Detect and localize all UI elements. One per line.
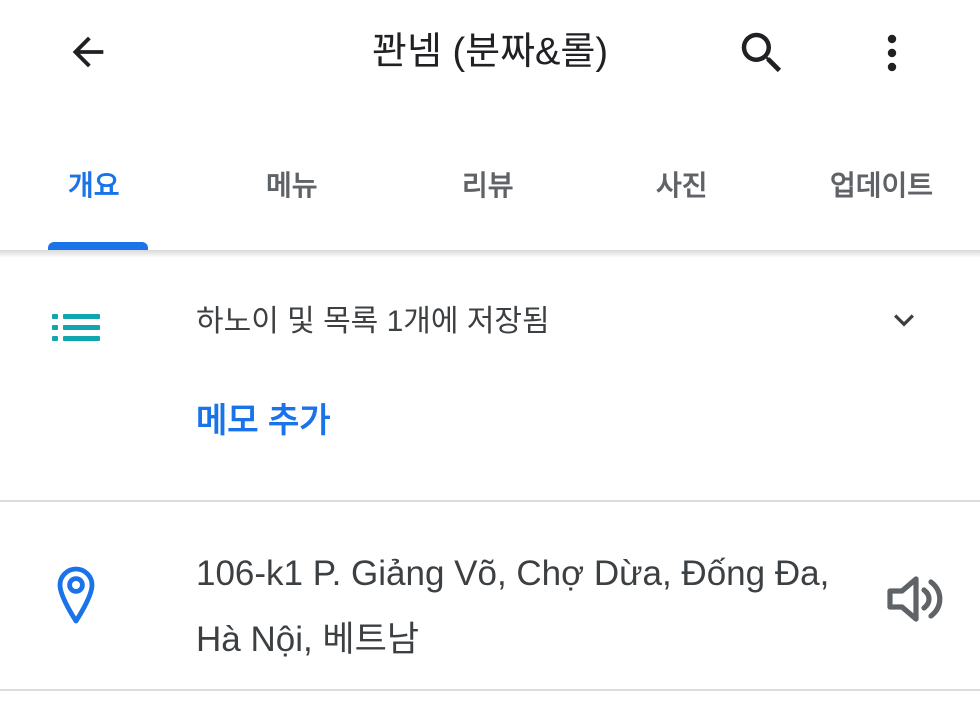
address-row[interactable]: 106-k1 P. Giảng Võ, Chợ Dừa, Đống Đa, Hà… [0,503,980,689]
tab-menu-label: 메뉴 [266,170,318,201]
arrow-back-icon [72,36,104,68]
divider [0,500,980,502]
address-text: 106-k1 P. Giảng Võ, Chợ Dừa, Đống Đa, Hà… [196,554,830,659]
search-button[interactable] [734,26,790,80]
divider [0,689,980,691]
tab-overview-label: 개요 [68,170,120,201]
location-pin-icon [57,566,95,624]
tabs-shadow [0,250,980,258]
search-icon [741,32,782,73]
tab-menu[interactable]: 메뉴 [250,110,340,250]
saved-list-row[interactable]: 하노이 및 목록 1개에 저장됨 [0,270,980,380]
more-vert-icon [887,34,897,72]
chevron-down-icon[interactable] [884,300,924,340]
add-memo-link[interactable]: 메모 추가 [196,398,331,444]
speaker-icon[interactable] [884,571,948,627]
tab-updates[interactable]: 업데이트 [812,110,980,250]
tab-reviews[interactable]: 리뷰 [446,110,536,250]
tab-overview[interactable]: 개요 [48,110,148,250]
list-icon [52,314,100,341]
more-options-button[interactable] [868,26,916,80]
tab-photos[interactable]: 사진 [640,110,730,250]
page-title: 꽌넴 (분짜&롤) [371,31,608,73]
tab-active-indicator [48,242,148,250]
saved-list-text: 하노이 및 목록 1개에 저장됨 [196,305,550,338]
back-button[interactable] [60,28,116,76]
tab-updates-label: 업데이트 [830,170,934,201]
place-tabs: 개요 메뉴 리뷰 사진 업데이트 [0,110,980,250]
top-app-bar: 꽌넴 (분짜&롤) [0,0,980,110]
tab-photos-label: 사진 [656,170,708,201]
tab-reviews-label: 리뷰 [462,170,514,201]
